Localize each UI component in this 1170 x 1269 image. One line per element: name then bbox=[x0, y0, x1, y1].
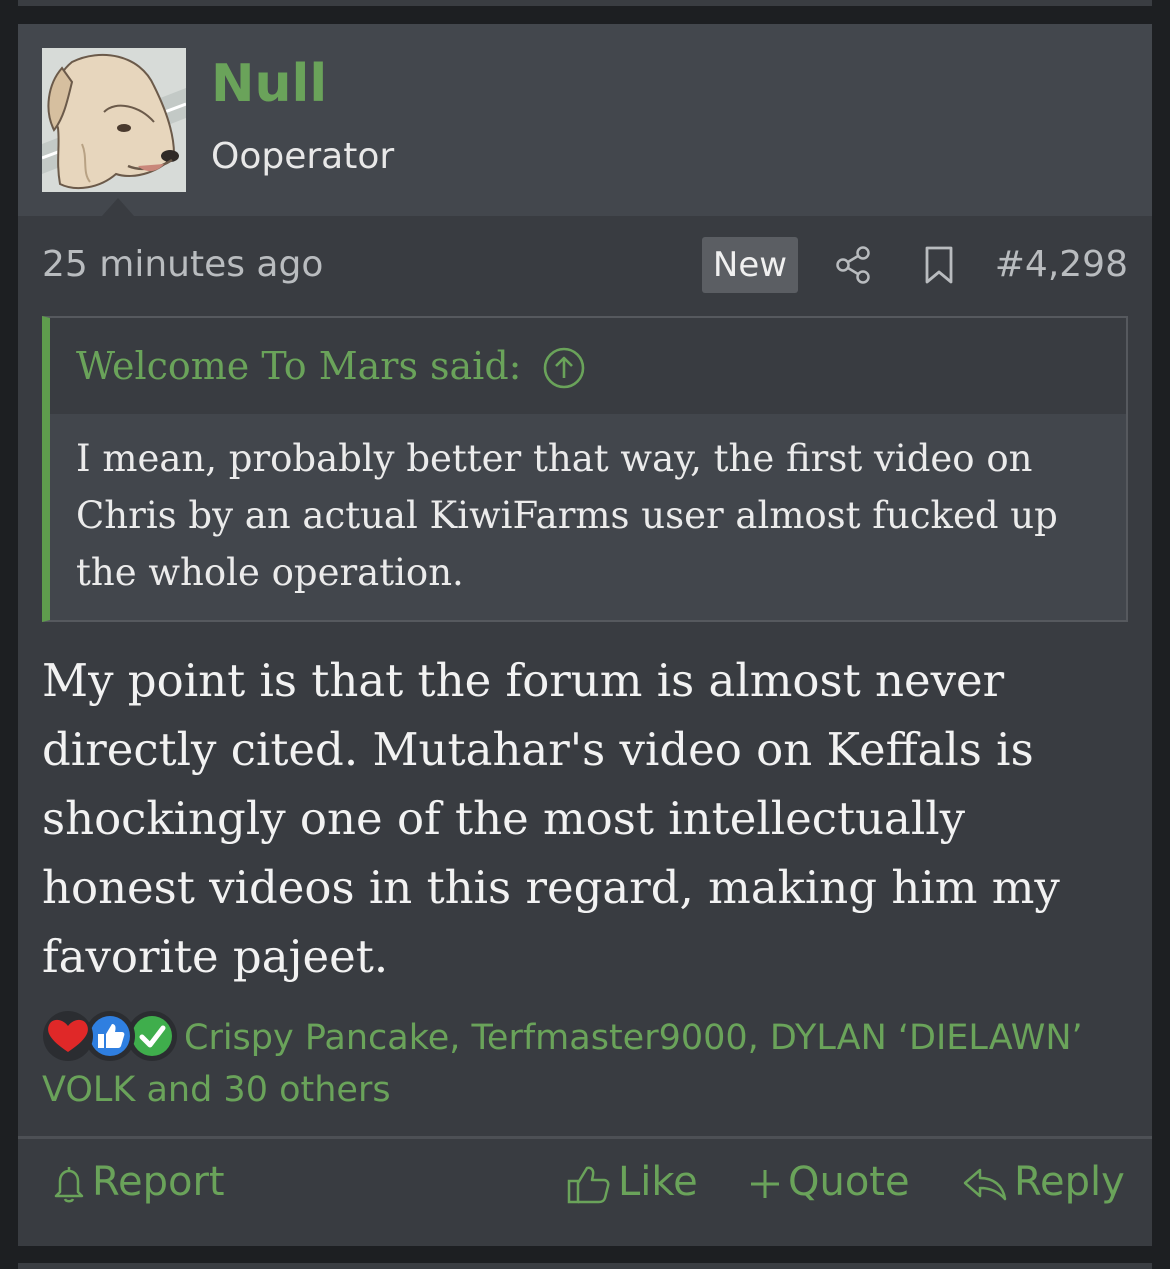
reply-arrow-icon bbox=[963, 1168, 1007, 1201]
avatar[interactable] bbox=[42, 48, 186, 192]
user-title: Ooperator bbox=[211, 136, 395, 177]
reaction-icons[interactable] bbox=[40, 1008, 196, 1064]
username[interactable]: Null bbox=[211, 52, 327, 116]
forum-post: Null Ooperator 25 minutes ago New #4,298… bbox=[18, 24, 1152, 1246]
report-button[interactable]: Report bbox=[52, 1154, 225, 1210]
plus-icon bbox=[751, 1170, 779, 1198]
new-badge: New bbox=[702, 237, 798, 293]
footer-divider bbox=[18, 1136, 1152, 1139]
quote-button[interactable]: Quote bbox=[748, 1154, 910, 1210]
header-pointer bbox=[102, 198, 134, 216]
bookmark-icon[interactable] bbox=[921, 245, 957, 285]
share-icon[interactable] bbox=[834, 245, 874, 285]
arrow-up-circle-icon[interactable] bbox=[542, 346, 586, 390]
report-label: Report bbox=[92, 1159, 225, 1205]
post-message: My point is that the forum is almost nev… bbox=[42, 654, 1060, 983]
reply-label: Reply bbox=[1014, 1159, 1125, 1205]
quote-text: I mean, probably better that way, the fi… bbox=[76, 437, 1058, 594]
previous-post-edge bbox=[18, 0, 1152, 6]
next-post-edge bbox=[18, 1263, 1152, 1269]
post-timestamp[interactable]: 25 minutes ago bbox=[42, 240, 323, 290]
post-header: Null Ooperator bbox=[18, 24, 1152, 216]
reaction-summary[interactable]: Crispy Pancake, Terfmaster9000, DYLAN ‘D… bbox=[42, 1012, 1128, 1116]
quote-author[interactable]: Welcome To Mars said: bbox=[76, 340, 521, 392]
quote-body: I mean, probably better that way, the fi… bbox=[50, 414, 1126, 620]
like-button[interactable]: Like bbox=[566, 1154, 698, 1210]
like-label: Like bbox=[618, 1159, 698, 1205]
quote-block: Welcome To Mars said: I mean, probably b… bbox=[42, 316, 1128, 622]
post-number[interactable]: #4,298 bbox=[988, 240, 1128, 290]
bell-icon bbox=[54, 1167, 84, 1203]
thumbs-up-outline-icon bbox=[567, 1166, 610, 1204]
reply-button[interactable]: Reply bbox=[962, 1154, 1125, 1210]
quote-label: Quote bbox=[788, 1159, 910, 1205]
quote-header: Welcome To Mars said: bbox=[50, 318, 1126, 414]
